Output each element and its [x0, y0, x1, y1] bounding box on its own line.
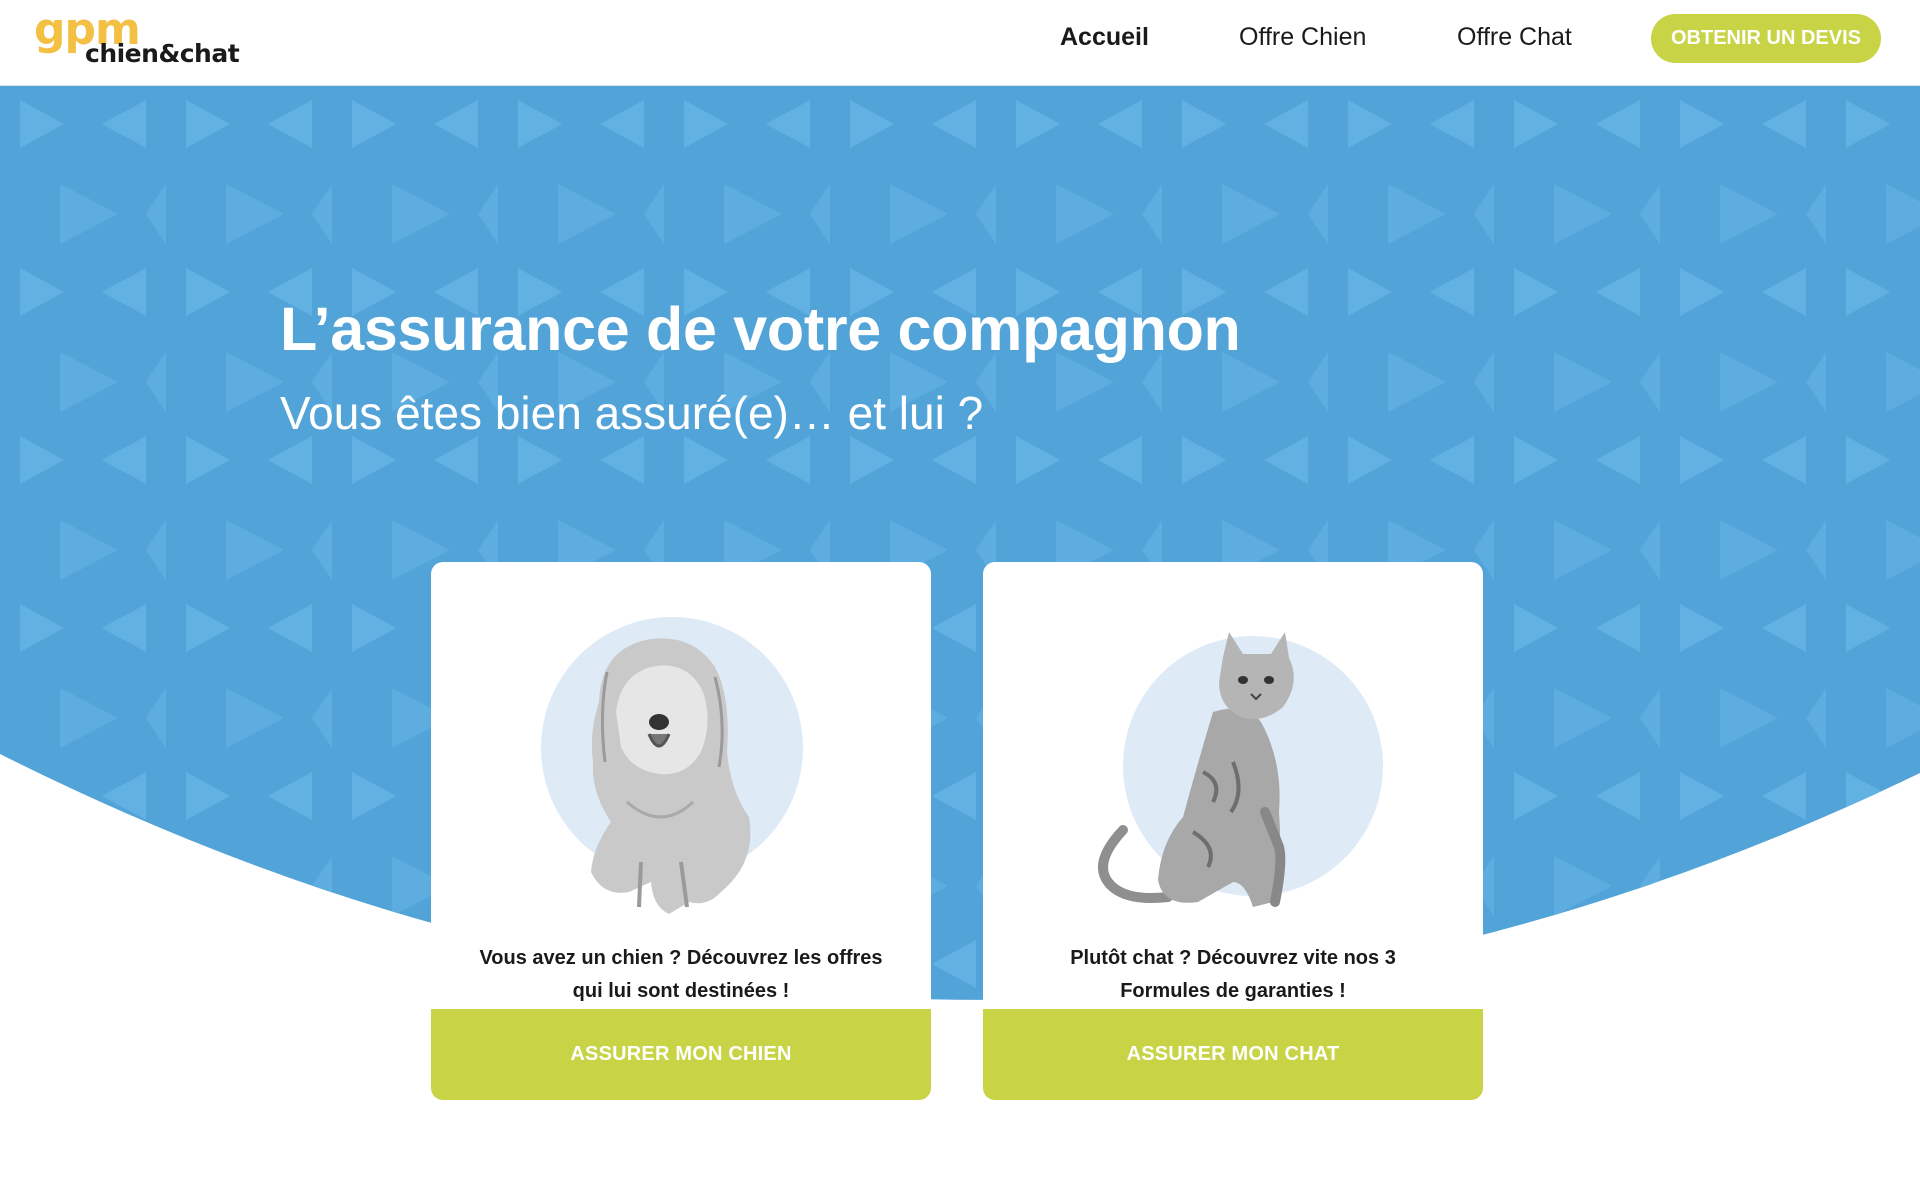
insure-dog-button[interactable]: ASSURER MON CHIEN [431, 1009, 931, 1100]
dog-card-text: Vous avez un chien ? Découvrez les offre… [479, 947, 883, 1002]
nav-offre-chien[interactable]: Offre Chien [1239, 22, 1366, 52]
hero-background [0, 86, 1920, 1000]
logo-tagline: chien&chat [85, 39, 240, 68]
insure-cat-button[interactable]: ASSURER MON CHAT [983, 1009, 1483, 1100]
get-quote-button[interactable]: OBTENIR UN DEVIS [1651, 14, 1881, 63]
cat-card-text: Plutôt chat ? Découvrez vite nos 3 Formu… [1070, 947, 1396, 1002]
dog-illustration-icon [541, 617, 803, 914]
site-header: gpm chien&chat Accueil Offre Chien Offre… [0, 0, 1920, 86]
nav-offre-chat[interactable]: Offre Chat [1457, 22, 1572, 52]
hero-subtitle: Vous êtes bien assuré(e)… et lui ? [280, 387, 984, 439]
dog-card: Vous avez un chien ? Découvrez les offre… [431, 562, 931, 1100]
hero-title: L’assurance de votre compagnon [280, 295, 1241, 363]
gpm-logo[interactable]: gpm chien&chat [34, 8, 254, 70]
cat-illustration-icon [1098, 632, 1383, 907]
hero-section: L’assurance de votre compagnon Vous êtes… [0, 86, 1920, 1086]
nav-accueil[interactable]: Accueil [1060, 22, 1149, 52]
cat-card: Plutôt chat ? Découvrez vite nos 3 Formu… [983, 562, 1483, 1100]
